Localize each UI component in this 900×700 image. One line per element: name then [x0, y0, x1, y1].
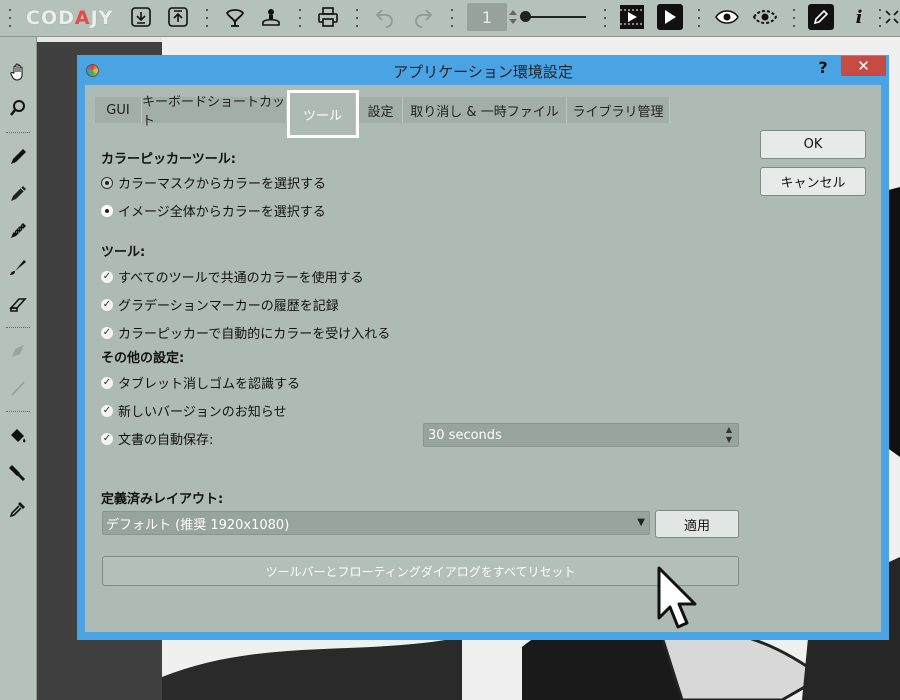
frame-number-field[interactable]: 1: [467, 3, 507, 31]
predefined-layout-section-title: 定義済みレイアウト:: [101, 492, 224, 507]
app-logo: COD A JY: [26, 5, 113, 31]
cancel-button[interactable]: キャンセル: [760, 167, 866, 196]
reset-toolbars-button[interactable]: ツールバーとフローティングダイアログをすべてリセット: [102, 556, 739, 586]
autosave-value: 30 seconds: [428, 427, 502, 443]
checkmark-icon[interactable]: ✓: [101, 326, 113, 339]
pencil-icon[interactable]: [808, 4, 834, 30]
tab-library-management[interactable]: ライブラリ管理: [567, 97, 670, 123]
whole-image-label: イメージ全体からカラーを選択する: [118, 205, 326, 220]
checkmark-icon[interactable]: ✓: [101, 270, 113, 283]
shared-color-label: すべてのツールで共通のカラーを使用する: [118, 271, 364, 286]
new-version-label: 新しいバージョンのお知らせ: [118, 405, 287, 420]
frame-slider-knob[interactable]: [520, 11, 531, 22]
left-toolbar: [0, 37, 37, 700]
disabled-tool-2-icon[interactable]: [5, 375, 31, 401]
dropdown-arrow-icon[interactable]: ▼: [637, 517, 645, 528]
logo-text-2: JY: [90, 7, 114, 29]
disabled-tool-icon[interactable]: [5, 338, 31, 364]
download-icon[interactable]: [128, 4, 154, 30]
auto-accept-color-checkbox[interactable]: ✓ カラーピッカーで自動的にカラーを受け入れる: [101, 323, 390, 342]
tab-gui[interactable]: GUI: [95, 97, 142, 123]
onion-skin-icon[interactable]: [222, 4, 248, 30]
spray-icon[interactable]: [5, 217, 31, 243]
tools-section-title: ツール:: [101, 245, 146, 260]
pencil-tool-icon[interactable]: [5, 180, 31, 206]
checkmark-icon[interactable]: ✓: [101, 298, 113, 311]
mouse-cursor-icon: [656, 565, 698, 635]
whole-image-radio[interactable]: イメージ全体からカラーを選択する: [101, 201, 326, 220]
eye-dashed-icon[interactable]: [752, 4, 778, 30]
fullscreen-icon[interactable]: [884, 4, 900, 30]
tab-keyboard-shortcuts[interactable]: キーボードショートカット: [142, 95, 287, 129]
tab-settings[interactable]: 設定: [359, 97, 403, 123]
autosave-interval-spinbox[interactable]: 30 seconds ▲ ▼: [423, 423, 739, 447]
info-icon[interactable]: i: [846, 4, 872, 30]
autosave-checkbox[interactable]: ✓ 文書の自動保存:: [101, 429, 213, 448]
new-version-checkbox[interactable]: ✓ 新しいバージョンのお知らせ: [101, 401, 286, 420]
undo-icon[interactable]: [372, 4, 398, 30]
fill-icon[interactable]: [5, 422, 31, 448]
radio-button-selected[interactable]: [101, 176, 113, 189]
auto-accept-color-label: カラーピッカーで自動的にカラーを受け入れる: [118, 327, 391, 342]
tab-tools[interactable]: ツール: [287, 90, 359, 138]
dialog-titlebar[interactable]: アプリケーション環境設定 ? ✕: [77, 55, 889, 85]
spinbox-arrows-icon[interactable]: ▲ ▼: [722, 425, 736, 445]
toolbar-grip: [8, 9, 12, 27]
close-button[interactable]: ✕: [841, 56, 886, 76]
gradient-history-label: グラデーションマーカーの履歴を記録: [118, 299, 339, 314]
layout-dropdown[interactable]: デフォルト (推奨 1920x1080) ▼: [102, 511, 650, 535]
preferences-dialog: アプリケーション環境設定 ? ✕ GUI キーボードショートカット ツール 設定…: [77, 55, 889, 640]
pen-icon[interactable]: [5, 143, 31, 169]
upload-icon[interactable]: [165, 4, 191, 30]
dialog-body: GUI キーボードショートカット ツール 設定 取り消し & 一時ファイル ライ…: [85, 85, 881, 632]
logo-text-1: COD: [26, 7, 75, 29]
eye-icon[interactable]: [714, 4, 740, 30]
checkmark-icon[interactable]: ✓: [101, 432, 113, 445]
top-toolbar: COD A JY 1 i: [0, 0, 900, 37]
brush-icon[interactable]: [5, 254, 31, 280]
other-settings-section-title: その他の設定:: [101, 351, 185, 366]
eraser-icon[interactable]: [5, 291, 31, 317]
checkmark-icon[interactable]: ✓: [101, 404, 113, 417]
color-mask-radio[interactable]: カラーマスクからカラーを選択する: [101, 173, 326, 192]
autosave-label: 文書の自動保存:: [118, 433, 214, 448]
shared-color-checkbox[interactable]: ✓ すべてのツールで共通のカラーを使用する: [101, 267, 364, 286]
stamp-icon[interactable]: [258, 4, 284, 30]
zoom-icon[interactable]: [5, 95, 31, 121]
tab-undo-temp-files[interactable]: 取り消し & 一時ファイル: [403, 97, 567, 123]
hand-icon[interactable]: [5, 59, 31, 85]
color-picker-section-title: カラーピッカーツール:: [101, 152, 236, 167]
play-all-icon[interactable]: [619, 4, 645, 30]
color-mask-label: カラーマスクからカラーを選択する: [118, 177, 327, 192]
frame-stepper-icon[interactable]: [506, 4, 520, 30]
checkmark-icon[interactable]: ✓: [101, 376, 113, 389]
stamp-tool-icon[interactable]: [5, 459, 31, 485]
gradient-history-checkbox[interactable]: ✓ グラデーションマーカーの履歴を記録: [101, 295, 339, 314]
radio-button[interactable]: [101, 204, 113, 217]
play-icon[interactable]: [657, 4, 683, 30]
apply-button[interactable]: 適用: [655, 510, 739, 538]
print-icon[interactable]: [315, 4, 341, 30]
redo-icon[interactable]: [410, 4, 436, 30]
logo-a-glyph: A: [74, 7, 91, 29]
help-button[interactable]: ?: [814, 58, 832, 78]
eyedropper-icon[interactable]: [5, 496, 31, 522]
dialog-title: アプリケーション環境設定: [393, 63, 573, 81]
frame-slider-track[interactable]: [526, 16, 586, 18]
tablet-eraser-label: タブレット消しゴムを認識する: [118, 377, 301, 392]
layout-selected-value: デフォルト (推奨 1920x1080): [106, 517, 290, 533]
ok-button[interactable]: OK: [760, 130, 866, 159]
tablet-eraser-checkbox[interactable]: ✓ タブレット消しゴムを認識する: [101, 373, 300, 392]
